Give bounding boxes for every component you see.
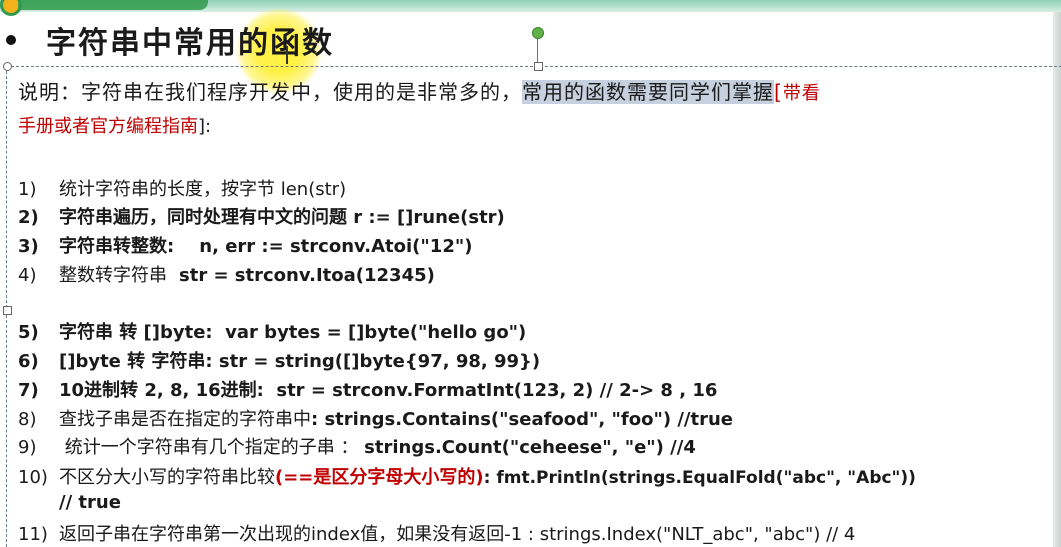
item-code: : str = string([]byte{97, 98, 99})	[205, 351, 541, 372]
item-number: 5)	[18, 322, 39, 343]
item-number: 7)	[18, 380, 39, 401]
resize-handle-top-left[interactable]	[3, 62, 12, 71]
item-desc: 查找子串是否在指定的字符串中	[59, 409, 311, 430]
item-code: str = strconv.Itoa(12345)	[172, 265, 435, 286]
note-red-1: 带看	[782, 83, 821, 104]
item-desc: 不区分大小写的字符串比较	[59, 467, 275, 488]
item-number: 10)	[18, 467, 48, 488]
item-number: 1)	[18, 179, 37, 200]
list-item[interactable]: 3) 字符串转整数: n, err := strconv.Atoi("12")	[18, 232, 472, 258]
selected-text: 常用的函数需要同学们掌握	[522, 80, 774, 104]
header-bar	[18, 0, 208, 10]
resize-handle-top[interactable]	[534, 62, 543, 71]
list-item[interactable]: 1) 统计字符串的长度，按字节 len(str)	[18, 175, 346, 201]
item-code: : strings.Contains("seafood", "foo") //t…	[311, 409, 733, 430]
item-code: : strings.Index("NLT_abc", "abc") // 4	[527, 524, 856, 545]
list-item[interactable]: 9) 统计一个字符串有几个指定的子串 ： strings.Count("cehe…	[18, 433, 696, 459]
list-item[interactable]: 11) 返回子串在字符串第一次出现的index值，如果没有返回-1 : strin…	[18, 520, 855, 546]
text-cursor-icon	[286, 46, 291, 64]
item-code: // true	[59, 492, 121, 513]
list-item[interactable]: 10) 不区分大小写的字符串比较(==是区分字母大小写的): fmt.Printl…	[18, 463, 916, 489]
item-desc: 返回子串在字符串第一次出现的index值，如果没有返回-1	[59, 524, 528, 545]
item-code: : str = strconv.FormatInt(123, 2) // 2->…	[256, 380, 718, 401]
item-number: 6)	[18, 351, 39, 372]
item-number: 4)	[18, 265, 37, 286]
item-code: r := []rune(str)	[353, 207, 505, 228]
item-code: []byte: var bytes = []byte("hello go")	[143, 322, 527, 343]
rotate-handle[interactable]	[532, 27, 544, 39]
item-number: 9)	[18, 437, 37, 458]
intro-text: 说明：字符串在我们程序开发中，使用的是非常多的，	[18, 80, 522, 104]
item-desc: 整数转字符串	[59, 265, 173, 286]
rotate-handle-stem	[537, 36, 538, 64]
intro-line-2[interactable]: 手册或者官方编程指南]:	[18, 112, 211, 138]
list-item[interactable]: 4) 整数转字符串 str = strconv.Itoa(12345)	[18, 261, 435, 287]
item-note-red: (==是区分字母大小写的)	[275, 467, 484, 488]
list-item[interactable]: 2) 字符串遍历，同时处理有中文的问题 r := []rune(str)	[18, 203, 505, 229]
list-item[interactable]: 6) []byte 转 字符串: str = string([]byte{97, …	[18, 347, 540, 373]
item-desc: 统计字符串的长度，按字节	[59, 179, 281, 200]
item-desc: 统计一个字符串有几个指定的子串 ：	[59, 437, 365, 458]
slide-header-banner	[0, 0, 1061, 16]
item-desc: 字符串遍历，同时处理有中文的问题	[59, 207, 354, 228]
bullet-icon	[6, 35, 16, 45]
list-item[interactable]: 8) 查找子串是否在指定的字符串中: strings.Contains("seaf…	[18, 405, 733, 431]
list-item[interactable]: 5) 字符串 转 []byte: var bytes = []byte("hell…	[18, 318, 526, 344]
item-desc: []byte 转 字符串	[59, 351, 206, 372]
item-desc: 10进制转 2, 8, 16进制	[59, 380, 257, 401]
bracket-open: [	[774, 80, 783, 104]
item-number: 8)	[18, 409, 37, 430]
item-code: strings.Count("ceheese", "e") //4	[364, 437, 696, 458]
item-code: n, err := strconv.Atoi("12")	[174, 236, 473, 257]
item-number: 3)	[18, 236, 39, 257]
item-code: : fmt.Println(strings.EqualFold("abc", "…	[483, 468, 916, 488]
note-red-2: 手册或者官方编程指南	[18, 116, 198, 137]
item-code: len(str)	[280, 179, 347, 200]
item-desc: 字符串转整数:	[59, 236, 175, 257]
item-number: 2)	[18, 207, 39, 228]
bracket-close: ]:	[198, 116, 212, 137]
item-number: 11)	[18, 524, 48, 545]
intro-line[interactable]: 说明：字符串在我们程序开发中，使用的是非常多的，常用的函数需要同学们掌握[带看	[18, 76, 821, 105]
item-desc: 字符串 转	[59, 322, 144, 343]
resize-handle-left[interactable]	[3, 306, 12, 315]
list-item-continuation[interactable]: // true	[59, 492, 121, 513]
list-item[interactable]: 7) 10进制转 2, 8, 16进制: str = strconv.Format…	[18, 376, 717, 402]
